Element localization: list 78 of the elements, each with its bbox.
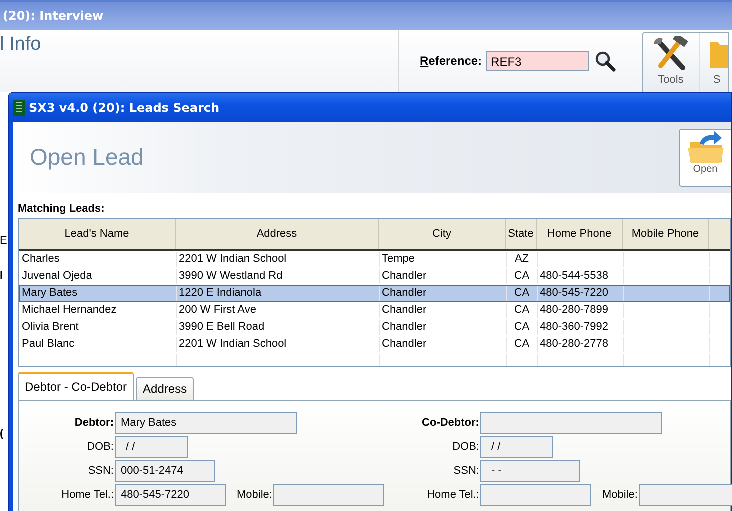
table-cell: 2201 W Indian School — [179, 253, 287, 265]
name-field[interactable]: Mary Bates — [115, 412, 297, 434]
folder-arrow-icon — [686, 130, 726, 164]
date-field[interactable]: / / — [480, 436, 554, 458]
ssn-field[interactable]: 000-51-2474 — [115, 460, 215, 482]
field-label: DOB: — [452, 441, 480, 453]
name-field[interactable] — [480, 412, 662, 434]
column-header[interactable]: Home Phone — [537, 219, 623, 249]
window-title: (20): Interview — [3, 9, 104, 23]
column-header[interactable]: Address — [176, 219, 379, 249]
mobile-field[interactable] — [273, 484, 384, 506]
field-label: Home Tel.: — [426, 489, 480, 501]
table-cell: 480-545-7220 — [540, 287, 609, 299]
column-header[interactable]: Mobile Phone — [623, 219, 709, 249]
table-cell: Juvenal Ojeda — [22, 270, 92, 282]
tab[interactable]: Debtor - Co-Debtor — [18, 372, 134, 400]
window-title: SX3 v4.0 (20): Leads Search — [29, 100, 220, 114]
table-cell: Chandler — [382, 304, 427, 316]
phone-field[interactable] — [480, 484, 592, 506]
table-row[interactable]: Paul Blanc 2201 W Indian School Chandler CA 480-280-2778 — [19, 336, 730, 353]
text-fragment: I — [0, 270, 4, 282]
table-cell: 2201 W Indian School — [179, 338, 287, 350]
date-field[interactable]: / / — [115, 436, 188, 458]
table-cell: Chandler — [382, 287, 427, 299]
table-cell: 1220 E Indianola — [179, 287, 262, 299]
tab[interactable]: Address — [136, 377, 194, 400]
field-label: DOB: — [86, 441, 115, 453]
table-cell: CA — [514, 270, 530, 282]
selected-row[interactable]: Mary Bates 1220 E Indianola Chandler CA 480-545-7220 — [19, 285, 730, 302]
page-heading: Open Lead — [30, 144, 144, 171]
table-cell: Chandler — [382, 321, 427, 333]
table-cell: Michael Hernandez — [22, 304, 117, 316]
table-row[interactable]: Olivia Brent 3990 E Bell Road Chandler CA 480-360-7992 — [19, 319, 730, 336]
table-cell: 200 W First Ave — [179, 304, 256, 316]
reference-label: Reference: — [420, 54, 482, 68]
app-icon — [13, 100, 25, 116]
table-cell: AZ — [514, 253, 530, 265]
phone-field[interactable]: 480-545-7220 — [115, 484, 226, 506]
table-cell: CA — [514, 321, 530, 333]
table-row[interactable]: Charles 2201 W Indian School Tempe AZ — [19, 251, 730, 268]
column-header[interactable]: Lead's Name — [19, 219, 176, 249]
table-cell: 480-280-7899 — [540, 304, 609, 316]
reference-field[interactable]: REF3 — [486, 51, 590, 71]
page-heading: l Info — [0, 34, 42, 56]
section-label: Matching Leads: — [17, 202, 106, 217]
open-button[interactable]: Open — [679, 128, 731, 186]
table-cell: Mary Bates — [22, 287, 78, 299]
field-label: Mobile: — [237, 489, 272, 501]
field-label: Home Tel.: — [60, 489, 115, 501]
table-cell: 3990 E Bell Road — [179, 321, 265, 333]
table-cell: Chandler — [382, 270, 427, 282]
column-header[interactable]: State — [506, 219, 537, 249]
table-cell: Charles — [22, 253, 60, 265]
table-cell: CA — [514, 304, 530, 316]
table-cell: CA — [514, 338, 530, 350]
field-label: Co-Debtor: — [421, 417, 480, 429]
table-cell: 480-544-5538 — [540, 270, 609, 282]
ssn-field[interactable]: - - — [480, 460, 580, 482]
mobile-field[interactable] — [638, 484, 732, 506]
table-row[interactable]: Juvenal Ojeda 3990 W Westland Rd Chandler CA 480-544-5538 — [19, 268, 730, 285]
table-cell: CA — [514, 287, 530, 299]
table-cell: Chandler — [382, 338, 427, 350]
toolbar-button[interactable]: Tools — [643, 33, 699, 93]
field-label: SSN: — [452, 465, 480, 477]
text-fragment: ( — [0, 428, 4, 440]
column-header[interactable]: City — [379, 219, 506, 249]
field-label: SSN: — [87, 465, 115, 477]
table-cell: 3990 W Westland Rd — [179, 270, 283, 282]
table-cell: 480-280-2778 — [540, 338, 609, 350]
table-row[interactable]: Michael Hernandez 200 W First Ave Chandler CA 480-280-7899 — [19, 302, 730, 319]
field-label: Mobile: — [602, 489, 638, 501]
field-label: Debtor: — [74, 417, 115, 429]
table-cell: Olivia Brent — [22, 321, 79, 333]
table-cell: Tempe — [382, 253, 416, 265]
text-fragment: E — [0, 235, 8, 247]
search-icon[interactable] — [594, 50, 616, 72]
table-cell: Paul Blanc — [22, 338, 75, 350]
table-cell: 480-360-7992 — [540, 321, 609, 333]
